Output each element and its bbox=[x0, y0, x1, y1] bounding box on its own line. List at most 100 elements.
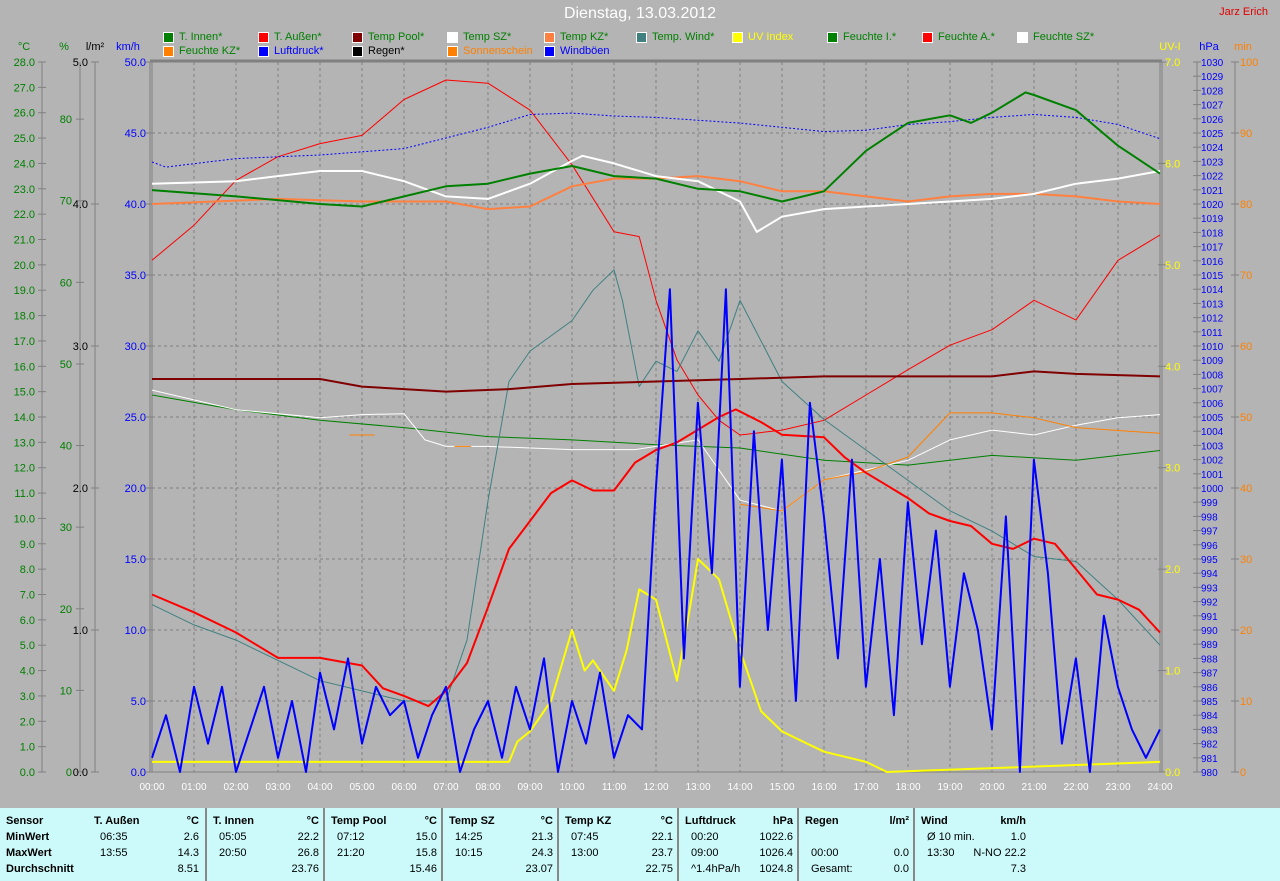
pressure-tick-label: 1026 bbox=[1201, 115, 1224, 126]
pressure-tick-label: 982 bbox=[1201, 740, 1218, 751]
uv-tick-label: 1.0 bbox=[1165, 666, 1180, 678]
table-cell-row: 20:50 26.8 bbox=[213, 847, 319, 863]
cell-value: hPa bbox=[772, 815, 793, 827]
pressure-tick-label: 981 bbox=[1201, 754, 1218, 765]
x-tick-label: 06:00 bbox=[391, 782, 416, 793]
cell-value: N-NO 22.2 bbox=[973, 847, 1026, 859]
minutes-tick-label: 60 bbox=[1240, 341, 1252, 353]
celsius-tick-label: 1.0 bbox=[20, 742, 35, 754]
pressure-tick-label: 1010 bbox=[1201, 342, 1224, 353]
pressure-tick-label: 993 bbox=[1201, 583, 1218, 594]
pressure-tick-label: 1014 bbox=[1201, 285, 1224, 296]
wind-tick-label: 15.0 bbox=[125, 554, 146, 566]
pressure-tick-label: 997 bbox=[1201, 527, 1218, 538]
pressure-tick-label: 996 bbox=[1201, 541, 1218, 552]
row-label: MinWert bbox=[6, 831, 82, 847]
celsius-tick-label: 19.0 bbox=[14, 285, 35, 297]
minutes-axis-unit: min bbox=[1234, 41, 1252, 53]
cell-value: 1026.4 bbox=[759, 847, 793, 859]
table-cell-row: 13:00 23.7 bbox=[565, 847, 673, 863]
table-group-luftdruck: Luftdruck hPa 00:20 1022.6 09:00 1026.4 ^1.4hP… bbox=[677, 808, 799, 881]
pressure-tick-label: 1006 bbox=[1201, 399, 1224, 410]
cell-time: Temp KZ bbox=[565, 815, 612, 827]
uv-tick-label: 0.0 bbox=[1165, 767, 1180, 779]
uv-tick-label: 3.0 bbox=[1165, 463, 1180, 475]
cell-time: 13:00 bbox=[571, 847, 599, 859]
uv-tick-label: 4.0 bbox=[1165, 361, 1180, 373]
celsius-tick-label: 26.0 bbox=[14, 108, 35, 120]
celsius-tick-label: 22.0 bbox=[14, 209, 35, 221]
cell-time: 07:45 bbox=[571, 831, 599, 843]
x-tick-label: 10:00 bbox=[559, 782, 584, 793]
cell-value: km/h bbox=[1000, 815, 1026, 827]
pressure-tick-label: 994 bbox=[1201, 569, 1218, 580]
row-label: Durchschnitt bbox=[6, 863, 82, 879]
celsius-tick-label: 8.0 bbox=[20, 564, 35, 576]
celsius-tick-label: 13.0 bbox=[14, 437, 35, 449]
x-tick-label: 16:00 bbox=[811, 782, 836, 793]
cell-time: 05:05 bbox=[219, 831, 247, 843]
cell-time: 13:55 bbox=[100, 847, 128, 859]
row-label: MaxWert bbox=[6, 847, 82, 863]
x-tick-label: 03:00 bbox=[265, 782, 290, 793]
percent-axis-unit: % bbox=[59, 41, 69, 53]
wind-tick-label: 25.0 bbox=[125, 412, 146, 424]
wind-tick-label: 50.0 bbox=[125, 57, 146, 69]
minutes-tick-label: 10 bbox=[1240, 696, 1252, 708]
pressure-tick-label: 983 bbox=[1201, 725, 1218, 736]
pressure-tick-label: 989 bbox=[1201, 640, 1218, 651]
celsius-tick-label: 12.0 bbox=[14, 463, 35, 475]
table-cell-row: Ø 10 min. 1.0 bbox=[921, 831, 1026, 847]
cell-value: 22.75 bbox=[645, 863, 673, 875]
cell-value: °C bbox=[540, 815, 553, 827]
cell-value: 15.8 bbox=[415, 847, 437, 859]
cell-time: ^1.4hPa/h bbox=[691, 863, 741, 875]
cell-time: 13:30 bbox=[927, 847, 955, 859]
group-header: Luftdruck hPa bbox=[685, 815, 793, 831]
table-cell-row: 13:55 14.3 bbox=[94, 847, 199, 863]
x-tick-label: 01:00 bbox=[181, 782, 206, 793]
percent-tick-label: 20 bbox=[60, 604, 72, 616]
pressure-tick-label: 999 bbox=[1201, 498, 1218, 509]
x-tick-label: 22:00 bbox=[1063, 782, 1088, 793]
rain-tick-label: 4.0 bbox=[73, 199, 88, 211]
rain-tick-label: 3.0 bbox=[73, 341, 88, 353]
pressure-tick-label: 1023 bbox=[1201, 157, 1224, 168]
x-tick-label: 24:00 bbox=[1147, 782, 1172, 793]
cell-value: 23.7 bbox=[651, 847, 673, 859]
percent-tick-label: 60 bbox=[60, 277, 72, 289]
table-cell-row: 7.3 bbox=[921, 863, 1026, 879]
uv-tick-label: 5.0 bbox=[1165, 260, 1180, 272]
cell-value: 1022.6 bbox=[759, 831, 793, 843]
table-cell-row: 8.51 bbox=[94, 863, 199, 879]
cell-time: 00:20 bbox=[691, 831, 719, 843]
minutes-tick-label: 30 bbox=[1240, 554, 1252, 566]
x-tick-label: 04:00 bbox=[307, 782, 332, 793]
table-cell-row: ^1.4hPa/h 1024.8 bbox=[685, 863, 793, 879]
pressure-tick-label: 1002 bbox=[1201, 456, 1224, 467]
group-header: Wind km/h bbox=[921, 815, 1026, 831]
celsius-tick-label: 27.0 bbox=[14, 82, 35, 94]
celsius-tick-label: 25.0 bbox=[14, 133, 35, 145]
celsius-tick-label: 3.0 bbox=[20, 691, 35, 703]
row-label-text: MaxWert bbox=[6, 847, 52, 859]
minutes-tick-label: 90 bbox=[1240, 128, 1252, 140]
table-cell-row: 06:35 2.6 bbox=[94, 831, 199, 847]
cell-value: 15.46 bbox=[409, 863, 437, 875]
pressure-tick-label: 990 bbox=[1201, 626, 1218, 637]
wind-tick-label: 20.0 bbox=[125, 483, 146, 495]
group-header: Temp SZ °C bbox=[449, 815, 553, 831]
table-cell-row: 00:00 0.0 bbox=[805, 847, 909, 863]
rain-tick-label: 1.0 bbox=[73, 625, 88, 637]
pressure-tick-label: 1001 bbox=[1201, 470, 1224, 481]
pressure-tick-label: 1016 bbox=[1201, 257, 1224, 268]
cell-value: 22.1 bbox=[651, 831, 673, 843]
row-label: Sensor bbox=[6, 815, 82, 831]
table-cell-row: 22.75 bbox=[565, 863, 673, 879]
row-label-text: MinWert bbox=[6, 831, 50, 843]
percent-tick-label: 10 bbox=[60, 685, 72, 697]
cell-time: Temp Pool bbox=[331, 815, 387, 827]
minutes-tick-label: 50 bbox=[1240, 412, 1252, 424]
table-group-temp-sz: Temp SZ °C 14:25 21.3 10:15 24.3 23.07 bbox=[441, 808, 559, 881]
wind-axis-unit: km/h bbox=[116, 41, 140, 53]
